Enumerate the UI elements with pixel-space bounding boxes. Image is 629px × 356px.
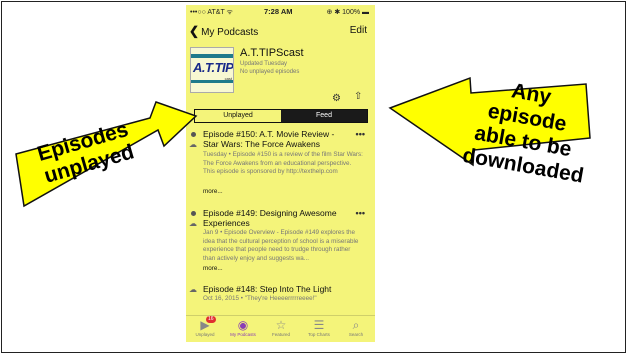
segment-feed[interactable]: Feed [281,110,367,122]
segment-unplayed[interactable]: Unplayed [195,110,281,122]
segmented-control: Unplayed Feed [194,109,368,123]
podcast-unplayed-count: No unplayed episodes [240,69,300,75]
more-options-icon[interactable]: ••• [356,129,365,139]
podcast-icon: ◉ [237,318,249,332]
tab-unplayed[interactable]: ▶ 16 Unplayed [186,316,224,337]
artwork-text: A.T.TIPS [193,60,234,75]
cloud-download-icon[interactable]: ☁ [189,140,197,149]
play-circle-icon: ▶ [200,318,210,332]
tab-featured[interactable]: ☆ Featured [262,318,300,337]
nav-bar: ❮ My Podcasts Edit [186,20,375,40]
more-link[interactable]: more... [203,188,223,195]
tab-top-charts[interactable]: ☰ Top Charts [300,318,338,337]
tab-label: Search [348,332,364,337]
chevron-left-icon: ❮ [189,24,200,38]
artwork-subtext: cast [224,76,232,81]
episode-item[interactable]: ☁ Episode #150: A.T. Movie Review - Star… [186,129,375,199]
tab-label: Top Charts [308,332,330,337]
episode-item[interactable]: ☁ Episode #148: Step Into The Light Oct … [186,284,375,314]
episode-description: Tuesday • Episode #150 is a review of th… [203,151,363,175]
unplayed-badge: 16 [206,316,216,323]
episode-description: Jan 9 • Episode Overview - Episode #149 … [203,229,359,262]
back-label: My Podcasts [201,27,259,38]
edit-button[interactable]: Edit [350,25,367,36]
list-icon: ☰ [313,318,325,332]
more-link[interactable]: more... [203,265,223,272]
episode-title: Episode #148: Step Into The Light [203,284,332,294]
share-icon[interactable]: ⇧ [354,91,362,102]
search-icon: ⌕ [352,318,360,332]
tab-label: Unplayed [195,332,215,337]
tab-label: My Podcasts [230,332,256,337]
podcast-artwork[interactable]: A.T.TIPS cast [190,47,234,93]
battery-indicator: ⊕ ✱ 100% ▬ [326,9,369,16]
unplayed-dot-icon [191,211,196,216]
cloud-download-icon[interactable]: ☁ [189,219,197,228]
episode-title: Episode #150: A.T. Movie Review - Star W… [203,129,335,149]
episode-item[interactable]: ☁ Episode #149: Designing Awesome Experi… [186,208,375,278]
status-bar: •••○○ AT&T ᯤ 7:28 AM ⊕ ✱ 100% ▬ [186,5,375,19]
podcast-updated: Updated Tuesday [240,61,288,67]
episode-title: Episode #149: Designing Awesome Experien… [203,208,337,228]
back-button[interactable]: ❮ My Podcasts [189,24,258,38]
tab-search[interactable]: ⌕ Search [337,318,375,337]
podcast-title: A.T.TIPScast [240,47,304,59]
artwork-stripe [191,54,233,58]
more-options-icon[interactable]: ••• [356,208,365,218]
episode-description: Oct 16, 2015 • "They're Heeeerrrrreeee!" [203,295,317,302]
status-time: 7:28 AM [264,7,293,16]
star-icon: ☆ [275,318,287,332]
gear-icon[interactable]: ⚙ [332,93,341,104]
carrier-signal: •••○○ AT&T ᯤ [190,9,233,16]
phone-screen: •••○○ AT&T ᯤ 7:28 AM ⊕ ✱ 100% ▬ ❮ My Podc… [186,5,375,342]
right-callout-text: Any episode able to be downloaded [460,79,586,188]
unplayed-dot-icon [191,132,196,137]
tab-my-podcasts[interactable]: ◉ My Podcasts [224,318,262,337]
tab-bar: ▶ 16 Unplayed ◉ My Podcasts ☆ Featured ☰… [186,315,375,342]
tab-label: Featured [271,332,290,337]
cloud-download-icon[interactable]: ☁ [189,285,197,294]
